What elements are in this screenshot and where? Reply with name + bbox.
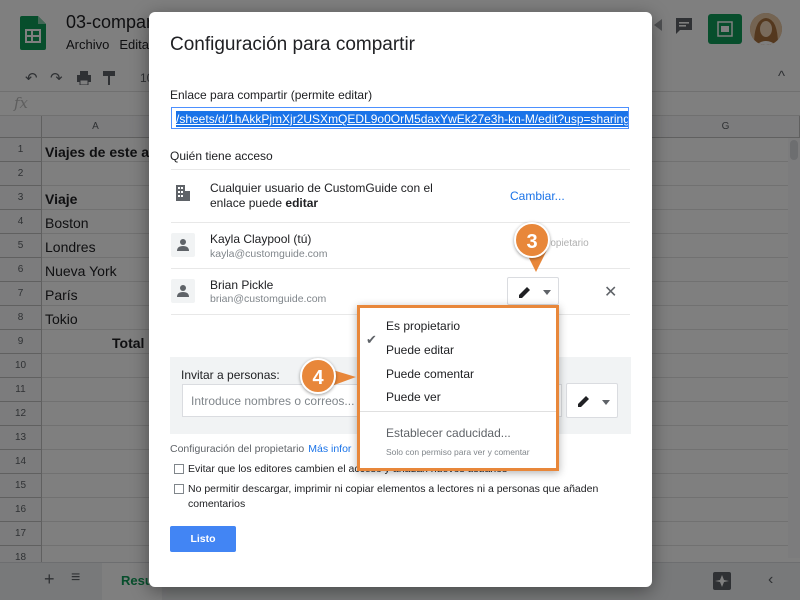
divider — [171, 268, 630, 269]
access-label: Quién tiene acceso — [170, 149, 273, 163]
checkbox-label: No permitir descargar, imprimir ni copia… — [188, 483, 599, 495]
owner-settings-label: Configuración del propietario — [170, 443, 305, 455]
building-icon — [176, 185, 190, 201]
anyone-access-level: editar — [285, 196, 319, 210]
menu-item-can-edit[interactable]: Puede editar — [386, 343, 454, 357]
menu-item-can-comment[interactable]: Puede comentar — [386, 367, 474, 381]
pencil-icon — [519, 287, 530, 298]
person-name-brian: Brian Pickle — [210, 278, 274, 292]
permission-menu: Es propietario ✔ Puede editar Puede come… — [357, 305, 559, 471]
checkbox-label-line2: comentarios — [188, 498, 246, 510]
anyone-access-prefix: enlace puede — [210, 196, 286, 210]
checkbox[interactable] — [174, 484, 184, 494]
invite-label: Invitar a personas: — [181, 368, 280, 382]
chevron-down-icon — [543, 290, 551, 295]
menu-item-set-expiry[interactable]: Establecer caducidad... — [386, 426, 511, 440]
divider — [171, 222, 630, 223]
menu-item-can-view[interactable]: Puede ver — [386, 390, 441, 404]
checkbox[interactable] — [174, 464, 184, 474]
share-link-value: /sheets/d/1hAkkPjmXjr2USXmQEDL9o0OrM5dax… — [176, 111, 629, 127]
permission-dropdown-button[interactable] — [507, 277, 559, 305]
menu-divider — [360, 411, 556, 412]
menu-item-owner[interactable]: Es propietario — [386, 319, 460, 333]
person-icon — [171, 279, 195, 303]
anyone-access-line1: Cualquier usuario de CustomGuide con el — [210, 181, 433, 195]
change-access-link[interactable]: Cambiar... — [510, 189, 565, 203]
invite-permission-button[interactable] — [566, 383, 618, 418]
pencil-icon — [578, 396, 589, 407]
share-link-field[interactable]: /sheets/d/1hAkkPjmXjr2USXmQEDL9o0OrM5dax… — [171, 107, 629, 129]
share-dialog: Configuración para compartir Enlace para… — [149, 12, 652, 587]
person-name-kayla: Kayla Claypool (tú) — [210, 232, 312, 246]
person-email-kayla: kayla@customguide.com — [210, 248, 328, 260]
chevron-down-icon — [602, 400, 610, 405]
checkbox-label-continued: comentarios — [188, 498, 245, 510]
check-icon: ✔ — [366, 332, 377, 347]
divider — [171, 169, 630, 170]
person-email-brian: brian@customguide.com — [210, 293, 327, 305]
remove-user-close-icon[interactable]: ✕ — [604, 282, 617, 302]
expiry-note: Solo con permiso para ver y comentar — [386, 447, 530, 457]
checkbox-row-disable-download[interactable]: No permitir descargar, imprimir ni copia… — [174, 483, 598, 495]
callout-3-badge: 3 — [514, 222, 550, 258]
link-label: Enlace para compartir (permite editar) — [170, 88, 373, 102]
owner-settings: Configuración del propietario Más infor — [170, 443, 351, 455]
dialog-title: Configuración para compartir — [170, 34, 416, 55]
person-icon — [171, 233, 195, 257]
done-button[interactable]: Listo — [170, 526, 236, 552]
anyone-access-line2: enlace puede editar — [210, 196, 318, 210]
more-info-link[interactable]: Más infor — [308, 443, 351, 455]
callout-4-badge: 4 — [300, 358, 336, 394]
